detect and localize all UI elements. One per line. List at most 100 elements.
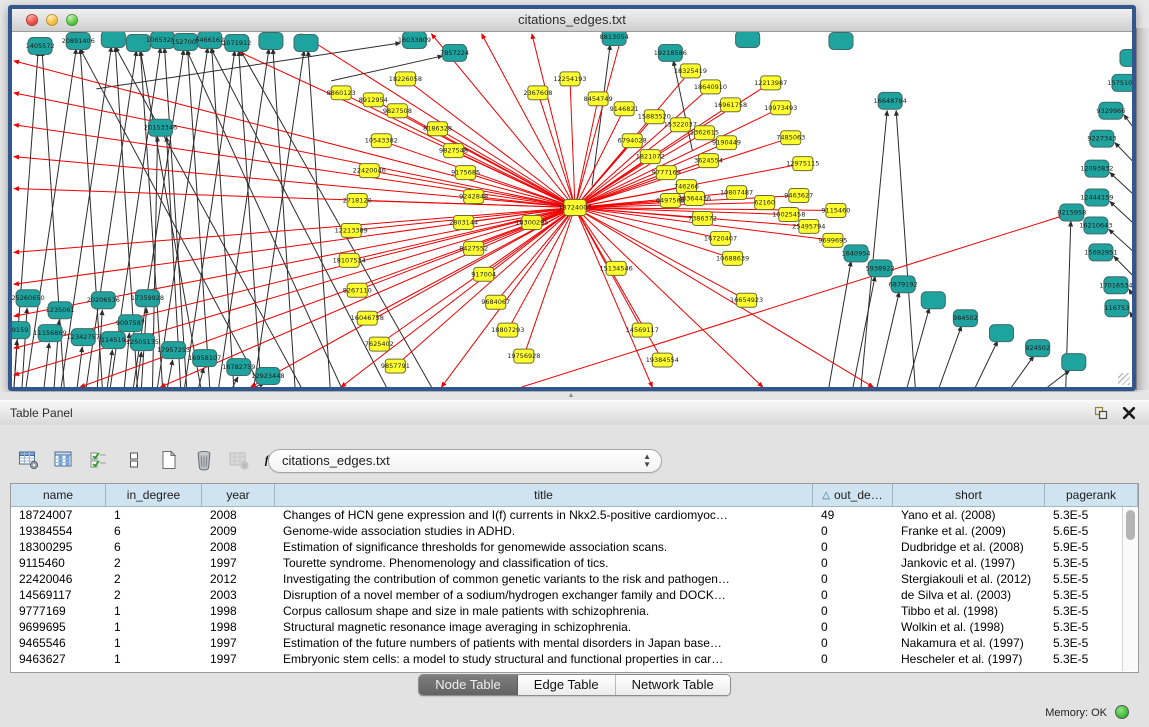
svg-text:18226058: 18226058 <box>389 75 422 83</box>
table-row[interactable]: 969969511998Structural magnetic resonanc… <box>11 619 1138 635</box>
graph-node[interactable] <box>921 292 945 309</box>
delete-table-disabled-icon[interactable] <box>228 449 250 471</box>
svg-text:10973493: 10973493 <box>764 104 797 112</box>
table-cell: Corpus callosum shape and size in male p… <box>275 603 813 619</box>
svg-text:7625402: 7625402 <box>365 340 394 348</box>
table-row[interactable]: 1938455462009Genome-wide association stu… <box>11 523 1138 539</box>
row-height-icon[interactable] <box>123 449 145 471</box>
table-cell: 49 <box>813 507 893 523</box>
table-cell: 1997 <box>202 635 275 651</box>
svg-text:12213389: 12213389 <box>335 226 368 234</box>
column-header-title[interactable]: title <box>275 484 813 506</box>
svg-text:18107534: 18107534 <box>333 256 366 264</box>
svg-text:9097587: 9097587 <box>116 319 145 327</box>
application-window: citations_edges.txt 88601238912954182260… <box>0 0 1149 727</box>
table-row[interactable]: 1456911722003Disruption of a novel membe… <box>11 587 1138 603</box>
table-row[interactable]: 911546021997Tourette syndrome. Phenomeno… <box>11 555 1138 571</box>
svg-text:9699695: 9699695 <box>818 236 847 244</box>
column-header-year[interactable]: year <box>202 484 275 506</box>
svg-text:114519: 114519 <box>101 336 126 344</box>
table-cell: Tourette syndrome. Phenomenology and cla… <box>275 555 813 571</box>
vertical-scrollbar[interactable] <box>1122 507 1138 671</box>
svg-text:917004: 917004 <box>471 270 496 278</box>
svg-text:16782759: 16782759 <box>222 363 255 371</box>
table-row[interactable]: 2242004622012Investigating the contribut… <box>11 571 1138 587</box>
graph-node[interactable] <box>829 32 853 49</box>
table-cell: 19384554 <box>11 523 106 539</box>
graph-node[interactable] <box>989 325 1013 342</box>
svg-text:2718120: 2718120 <box>343 197 372 205</box>
table-columns-icon[interactable] <box>53 449 75 471</box>
svg-text:17359928: 17359928 <box>131 294 164 302</box>
table-cell: 0 <box>813 635 893 651</box>
select-checks-icon[interactable] <box>88 449 110 471</box>
scrollbar-thumb[interactable] <box>1126 510 1135 540</box>
graph-node[interactable] <box>259 32 283 49</box>
table-row[interactable]: 946554611997Estimation of the future num… <box>11 635 1138 651</box>
attribute-table: namein_degreeyeartitle△out_de…shortpager… <box>10 483 1139 673</box>
svg-text:116753: 116753 <box>1104 304 1129 312</box>
column-header-short[interactable]: short <box>893 484 1045 506</box>
svg-text:18724007: 18724007 <box>558 204 591 212</box>
svg-text:16961758: 16961758 <box>714 101 747 109</box>
column-header-pagerank[interactable]: pagerank <box>1045 484 1138 506</box>
tab-network-table[interactable]: Network Table <box>616 675 730 695</box>
table-settings-icon[interactable] <box>18 449 40 471</box>
table-cell: 1997 <box>202 651 275 667</box>
graph-node[interactable] <box>736 32 760 47</box>
close-icon[interactable] <box>1121 405 1137 421</box>
table-row[interactable]: 1830029562008Estimation of significance … <box>11 539 1138 555</box>
window-resize-grip[interactable] <box>1118 373 1130 385</box>
tab-node-table[interactable]: Node Table <box>419 675 518 695</box>
network-canvas[interactable]: 8860123891295418226058982750810543382224… <box>12 32 1132 387</box>
svg-text:8912954: 8912954 <box>359 96 388 104</box>
svg-text:6879192: 6879192 <box>889 280 918 288</box>
svg-text:7857224: 7857224 <box>440 49 469 57</box>
svg-text:12975115: 12975115 <box>786 160 819 168</box>
svg-text:8427552: 8427552 <box>459 244 488 252</box>
table-cell: 9465546 <box>11 635 106 651</box>
svg-text:8267110: 8267110 <box>343 286 372 294</box>
network-graph[interactable]: 8860123891295418226058982750810543382224… <box>12 32 1132 387</box>
svg-text:16654923: 16654923 <box>730 296 763 304</box>
column-header-out_de[interactable]: △out_de… <box>813 484 893 506</box>
svg-text:18640910: 18640910 <box>694 83 727 91</box>
svg-text:2803144: 2803144 <box>449 218 478 226</box>
svg-text:9190449: 9190449 <box>712 139 741 147</box>
table-cell: Jankovic et al. (1997) <box>893 555 1045 571</box>
sort-ascending-icon: △ <box>822 490 830 501</box>
column-header-name[interactable]: name <box>11 484 106 506</box>
svg-text:1405572: 1405572 <box>26 42 55 50</box>
network-window-titlebar[interactable]: citations_edges.txt <box>12 9 1132 32</box>
table-cell: Estimation of the future numbers of pati… <box>275 635 813 651</box>
table-cell: 0 <box>813 603 893 619</box>
table-row[interactable]: 946362711997Embryonic stem cells: a mode… <box>11 651 1138 667</box>
delete-trash-icon[interactable] <box>193 449 215 471</box>
svg-text:22420046: 22420046 <box>353 167 386 175</box>
graph-node[interactable] <box>1120 49 1132 66</box>
graph-node[interactable] <box>1062 354 1086 371</box>
svg-text:924502: 924502 <box>1025 344 1050 352</box>
graph-node[interactable] <box>294 34 318 51</box>
float-window-icon[interactable] <box>1093 405 1109 421</box>
table-cell: 1 <box>106 651 202 667</box>
table-cell: Changes of HCN gene expression and I(f) … <box>275 507 813 523</box>
splitter-grip-icon[interactable]: ▲ <box>565 393 577 399</box>
svg-text:18325419: 18325419 <box>674 67 707 75</box>
svg-text:1235061: 1235061 <box>46 306 75 314</box>
new-document-icon[interactable] <box>158 449 180 471</box>
svg-text:5938922: 5938922 <box>866 264 895 272</box>
svg-text:20891406: 20891406 <box>62 37 95 45</box>
dropdown-stepper-icon: ▲▼ <box>643 453 651 469</box>
tab-edge-table[interactable]: Edge Table <box>518 675 616 695</box>
table-selector-dropdown[interactable]: citations_edges.txt ▲▼ <box>268 449 662 473</box>
column-header-in_degree[interactable]: in_degree <box>106 484 202 506</box>
graph-node[interactable] <box>101 32 125 47</box>
table-row[interactable]: 977716911998Corpus callosum shape and si… <box>11 603 1138 619</box>
horizontal-splitter[interactable]: ▲ <box>0 392 1149 400</box>
svg-text:746266: 746266 <box>674 183 699 191</box>
svg-text:9857791: 9857791 <box>381 362 410 370</box>
table-cell: de Silva et al. (2003) <box>893 587 1045 603</box>
table-row[interactable]: 1872400712008Changes of HCN gene express… <box>11 507 1138 523</box>
svg-text:16720407: 16720407 <box>704 234 737 242</box>
